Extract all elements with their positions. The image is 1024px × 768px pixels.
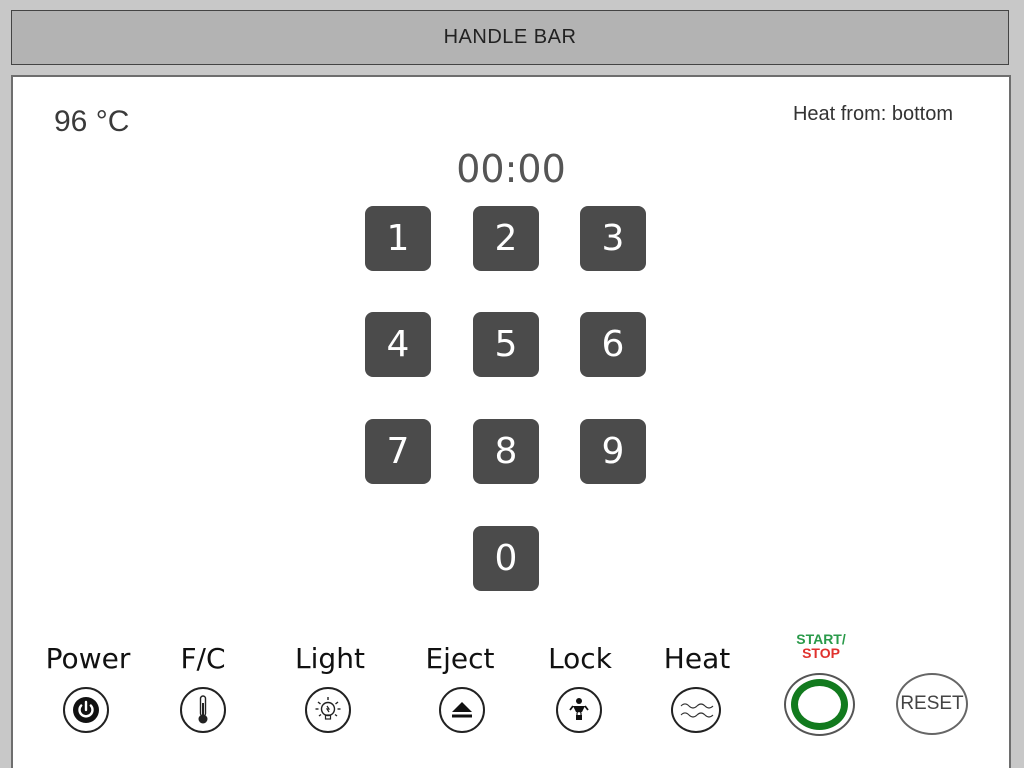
start-stop-label: START/ STOP	[791, 632, 851, 660]
fc-label: F/C	[180, 642, 226, 675]
keypad-key-3[interactable]: 3	[580, 206, 646, 271]
handle-bar[interactable]: HANDLE BAR	[11, 10, 1009, 65]
light-label: Light	[295, 642, 365, 675]
reset-button[interactable]: RESET	[896, 673, 968, 735]
eject-label: Eject	[425, 642, 495, 675]
power-button[interactable]	[63, 687, 109, 733]
start-label: START/	[796, 631, 846, 647]
keypad-key-1[interactable]: 1	[365, 206, 431, 271]
start-stop-button[interactable]	[784, 673, 855, 736]
heat-button[interactable]	[671, 687, 721, 733]
fc-toggle-button[interactable]	[180, 687, 226, 733]
lightbulb-icon	[315, 697, 341, 720]
keypad-key-7[interactable]: 7	[365, 419, 431, 484]
heat-source-readout: Heat from: bottom	[792, 103, 953, 125]
keypad-key-5[interactable]: 5	[473, 312, 539, 377]
timer-display: 00:00	[456, 147, 566, 191]
keypad-key-9[interactable]: 9	[580, 419, 646, 484]
heat-waves-icon	[680, 703, 714, 718]
heat-label: Heat	[663, 642, 731, 675]
control-panel: 96 °C Heat from: bottom 00:00 1 2 3 4 5 …	[11, 75, 1011, 768]
eject-button[interactable]	[439, 687, 485, 733]
stop-label: STOP	[802, 645, 840, 661]
keypad-key-8[interactable]: 8	[473, 419, 539, 484]
power-label: Power	[45, 642, 131, 675]
eject-icon	[452, 702, 472, 718]
handle-bar-title: HANDLE BAR	[443, 26, 577, 48]
keypad-key-2[interactable]: 2	[473, 206, 539, 271]
lock-label: Lock	[548, 642, 612, 675]
start-stop-ring-icon	[791, 679, 848, 730]
temperature-readout: 96 °C	[54, 105, 130, 138]
keypad-key-4[interactable]: 4	[365, 312, 431, 377]
keypad-key-0[interactable]: 0	[473, 526, 539, 591]
keypad-key-6[interactable]: 6	[580, 312, 646, 377]
thermometer-icon	[198, 695, 208, 724]
child-lock-icon	[569, 698, 589, 720]
light-button[interactable]	[305, 687, 351, 733]
child-lock-button[interactable]	[556, 687, 602, 733]
power-icon	[73, 697, 99, 723]
